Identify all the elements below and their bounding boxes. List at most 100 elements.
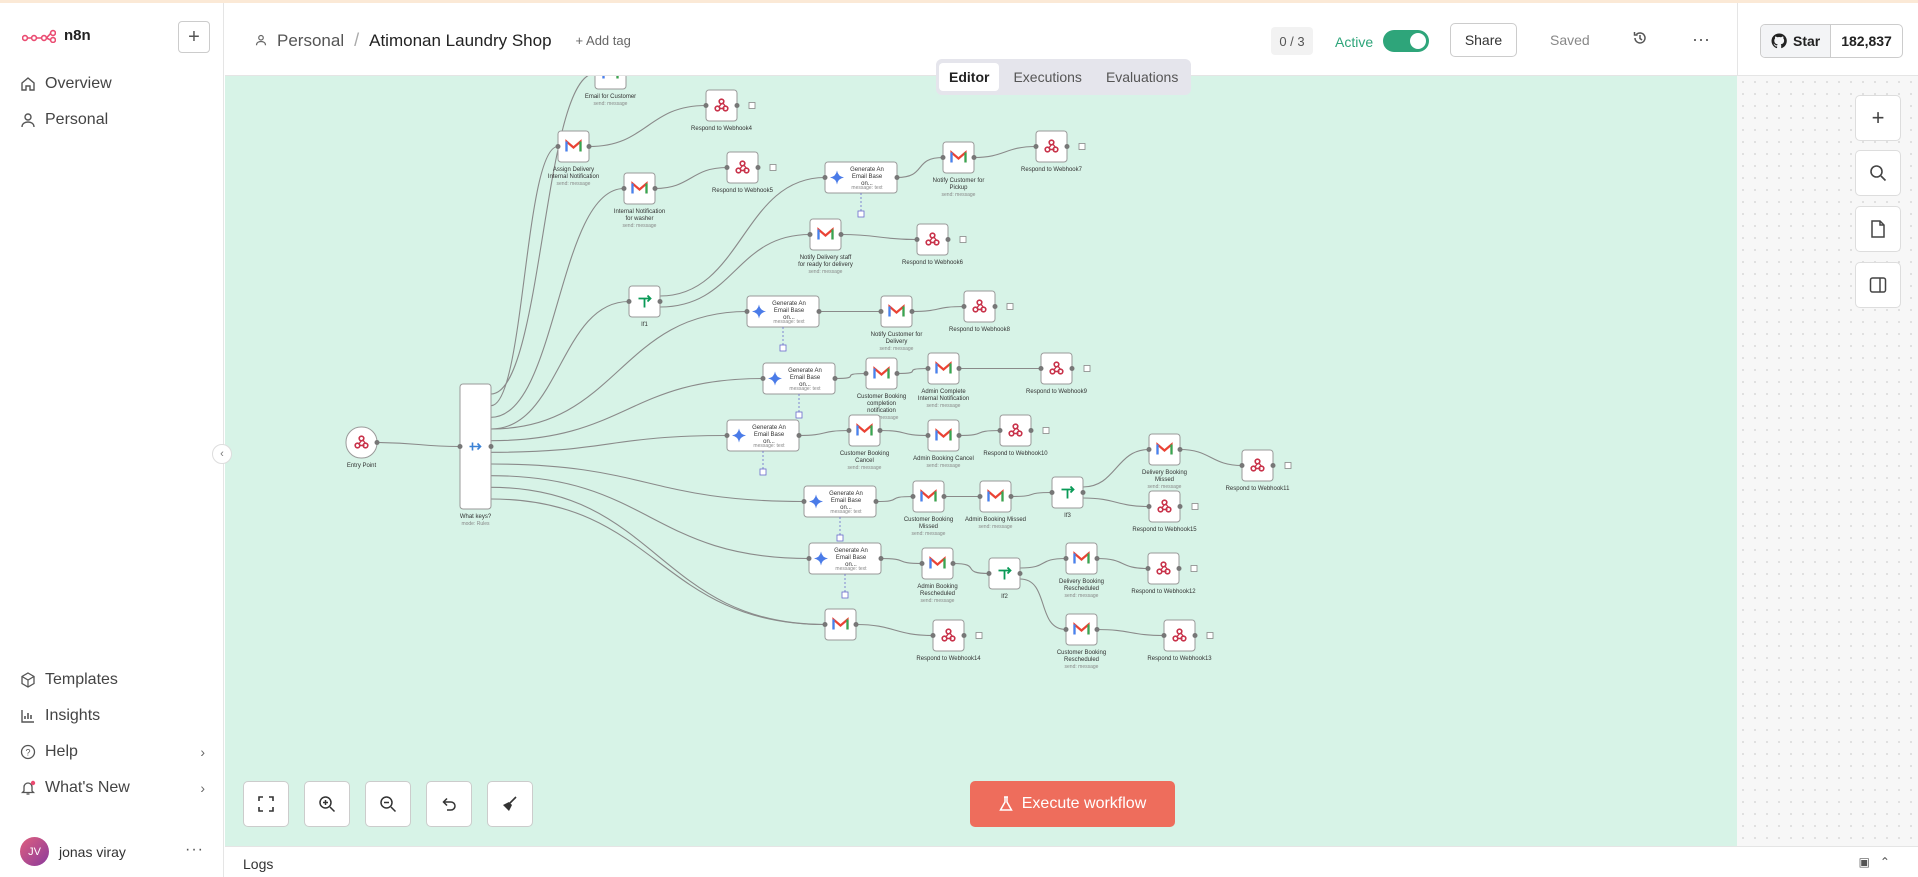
input-handle[interactable] [1049,490,1055,495]
input-handle[interactable] [621,186,627,191]
input-handle[interactable] [940,155,946,160]
input-handle[interactable] [555,144,561,149]
input-handle[interactable] [930,633,936,638]
output-handle[interactable] [652,186,658,191]
logs-panel-icons[interactable]: ▣⌃ [1859,855,1900,869]
add-node-handle[interactable] [1191,503,1199,510]
output-handle[interactable] [832,376,838,381]
tab-editor[interactable]: Editor [939,63,1000,91]
output-handle[interactable] [1094,556,1100,561]
output-handle[interactable] [755,165,761,170]
logs-bar[interactable]: Logs ▣⌃ [225,846,1918,877]
input-handle[interactable] [724,433,730,438]
workflow-node-if[interactable]: If3 [1049,476,1086,519]
input-handle[interactable] [1063,627,1069,632]
workflow-node-gemini[interactable]: Generate AnEmail Baseon...message: text [806,542,884,599]
output-handle[interactable] [941,494,947,499]
workflow-node-gemini[interactable]: Generate AnEmail Baseon...message: text [744,295,822,352]
sticky-note-button[interactable] [1855,206,1901,252]
add-tool-handle[interactable] [779,344,787,352]
output-handle[interactable] [1192,633,1198,638]
input-handle[interactable] [919,561,925,566]
output-handle[interactable] [1069,366,1075,371]
input-handle[interactable] [925,433,931,438]
zoom-out-button[interactable] [365,781,411,827]
workflow-canvas[interactable]: Entry Point What keys? mode: Rules Email fo… [225,76,1737,846]
sidebar-item-templates[interactable]: Templates [20,671,205,689]
input-handle[interactable] [1033,144,1039,149]
add-node-handle[interactable] [1083,365,1091,372]
output-handle[interactable] [734,103,740,108]
output-handle[interactable] [945,237,951,242]
active-toggle[interactable] [1383,30,1429,52]
output-handle[interactable] [878,556,884,561]
share-button[interactable]: Share [1450,23,1517,57]
input-handle[interactable] [760,376,766,381]
workflow-node-respond[interactable]: Respond to Webhook8 [949,290,1014,333]
workflow-node-gmail[interactable]: Delivery BookingRescheduledsend: message [1059,542,1104,599]
output-handle[interactable] [873,499,879,504]
workflow-node-gemini[interactable]: Generate AnEmail Baseon...message: text [822,161,900,218]
input-handle[interactable] [744,309,750,314]
workflow-node-respond[interactable]: Respond to Webhook7 [1021,130,1086,173]
add-tag-link[interactable]: + Add tag [576,33,631,48]
output-handle[interactable] [1177,447,1183,452]
workflow-node-if[interactable]: If2 [986,557,1023,600]
production-checklist-counter[interactable]: 0 / 3 [1271,27,1313,55]
workflow-node-gmail[interactable]: Customer Bookingcompletionnotificationse… [857,357,906,421]
collapse-sidebar-button[interactable]: ‹ [212,444,232,464]
workflow-node-respond[interactable]: Respond to Webhook6 [902,223,967,266]
add-node-handle[interactable] [1006,303,1014,310]
output-handle[interactable] [950,561,956,566]
output-handle[interactable] [1176,566,1182,571]
workflow-node-webhook[interactable]: Entry Point [345,426,380,469]
add-tool-handle[interactable] [759,468,767,476]
github-star-button[interactable]: Star 182,837 [1760,24,1903,58]
output-handle[interactable] [1270,463,1276,468]
add-node-handle[interactable] [1284,462,1292,469]
workflow-node-respond[interactable]: Respond to Webhook5 [712,151,777,194]
more-options-icon[interactable]: ··· [1692,29,1710,50]
input-handle[interactable] [910,494,916,499]
output-handle[interactable] [1080,490,1086,495]
output-handle[interactable] [1017,571,1023,576]
output-handle[interactable] [1177,504,1183,509]
workflow-node-gmail[interactable]: Delivery BookingMissedsend: message [1142,433,1187,490]
input-handle[interactable] [626,299,632,304]
workflow-node-gmail[interactable]: Admin Booking Missedsend: message [965,480,1026,530]
add-node-handle[interactable] [975,632,983,639]
output-handle[interactable] [657,299,663,304]
output-handle[interactable] [956,433,962,438]
sidebar-item-personal[interactable]: Personal [20,111,205,129]
input-handle[interactable] [878,309,884,314]
workflow-node-switch[interactable]: What keys?mode: Rules [457,383,494,527]
output-handle[interactable] [1008,494,1014,499]
input-handle[interactable] [1146,504,1152,509]
zoom-in-button[interactable] [304,781,350,827]
input-handle[interactable] [846,428,852,433]
workflow-node-gmail[interactable]: Customer BookingRescheduledsend: message [1057,613,1106,670]
user-more-icon[interactable]: ··· [185,841,204,859]
workflow-node-gmail[interactable]: Internal Notificationfor washersend: mes… [614,172,665,229]
output-handle[interactable] [1064,144,1070,149]
workflow-node-gemini[interactable]: Generate AnEmail Baseon...message: text [760,362,838,419]
workflow-node-respond[interactable]: Respond to Webhook15 [1132,490,1199,533]
execute-workflow-button[interactable]: Execute workflow [970,781,1175,827]
input-handle[interactable] [822,622,828,627]
output-handle[interactable] [894,371,900,376]
input-handle[interactable] [1146,447,1152,452]
input-handle[interactable] [863,371,869,376]
tab-executions[interactable]: Executions [1003,63,1091,91]
workflow-node-gmail[interactable]: Email for Customersend: message [585,76,636,107]
output-handle[interactable] [877,428,883,433]
workflow-node-gmail[interactable]: Admin CompleteInternal Notificationsend:… [918,352,969,409]
workflow-node-respond[interactable]: Respond to Webhook4 [691,89,756,132]
workflow-node-gemini[interactable]: Generate AnEmail Baseon...message: text [724,419,802,476]
workflow-node-gmail[interactable]: Admin BookingRescheduledsend: message [917,547,958,604]
workflow-node-if[interactable]: If1 [626,285,663,328]
toggle-panel-button[interactable] [1855,262,1901,308]
workflow-node-gemini[interactable]: Generate AnEmail Baseon...message: text [801,485,879,542]
add-node-button[interactable]: + [1855,95,1901,141]
workflow-node-respond[interactable]: Respond to Webhook14 [916,619,983,662]
add-node-handle[interactable] [1078,143,1086,150]
